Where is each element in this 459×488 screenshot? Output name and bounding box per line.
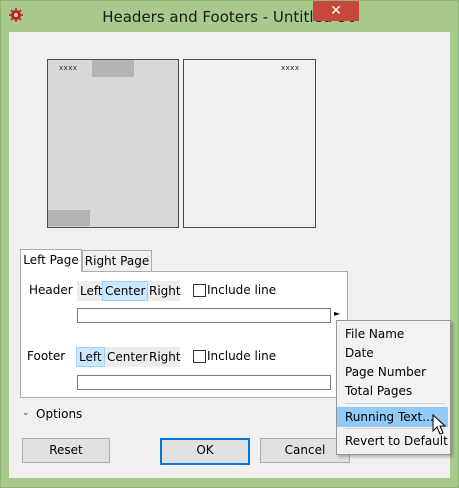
left-page-preview xyxy=(47,59,179,228)
menu-item-running-text[interactable]: Running Text... xyxy=(345,408,434,426)
window-title: Headers and Footers - Untitled-50 xyxy=(102,8,357,26)
chevron-down-icon[interactable]: ⌄ xyxy=(22,408,30,418)
tab-right-page[interactable]: Right Page xyxy=(82,250,152,271)
header-include-line-checkbox[interactable] xyxy=(193,284,206,297)
header-text-input[interactable] xyxy=(77,308,331,323)
footer-text-input[interactable] xyxy=(77,375,331,390)
right-preview-header-text: xxxx xyxy=(281,64,300,72)
ok-button[interactable]: OK xyxy=(160,438,250,465)
footer-align-center[interactable]: Center xyxy=(105,348,149,366)
close-icon: ✕ xyxy=(330,3,342,19)
reset-button[interactable]: Reset xyxy=(22,438,110,463)
footer-label: Footer xyxy=(27,349,66,363)
right-page-preview xyxy=(183,59,316,228)
menu-item-page-number[interactable]: Page Number xyxy=(345,363,426,381)
footer-align-right[interactable]: Right xyxy=(147,348,183,366)
header-align-center[interactable]: Center xyxy=(102,281,149,301)
left-preview-header-center-highlight xyxy=(92,60,134,77)
options-toggle[interactable]: Options xyxy=(36,407,82,421)
footer-include-line-label: Include line xyxy=(207,349,277,363)
header-align-right[interactable]: Right xyxy=(147,282,183,300)
menu-separator xyxy=(345,403,445,404)
header-label: Header xyxy=(29,283,73,297)
close-button[interactable]: ✕ xyxy=(313,1,359,21)
insert-menu-arrow-icon[interactable]: ► xyxy=(334,309,340,318)
header-align-left[interactable]: Left xyxy=(78,282,105,300)
menu-item-total-pages[interactable]: Total Pages xyxy=(345,382,412,400)
menu-separator-2 xyxy=(345,428,445,429)
footer-align-left[interactable]: Left xyxy=(76,347,105,367)
left-preview-header-text: xxxx xyxy=(59,64,78,72)
left-preview-footer-left-highlight xyxy=(48,210,90,226)
tab-left-page[interactable]: Left Page xyxy=(20,249,82,272)
footer-include-line-checkbox[interactable] xyxy=(193,350,206,363)
menu-item-file-name[interactable]: File Name xyxy=(345,325,404,343)
menu-item-date[interactable]: Date xyxy=(345,344,374,362)
mouse-cursor-icon xyxy=(432,414,447,435)
header-include-line-label: Include line xyxy=(207,283,277,297)
